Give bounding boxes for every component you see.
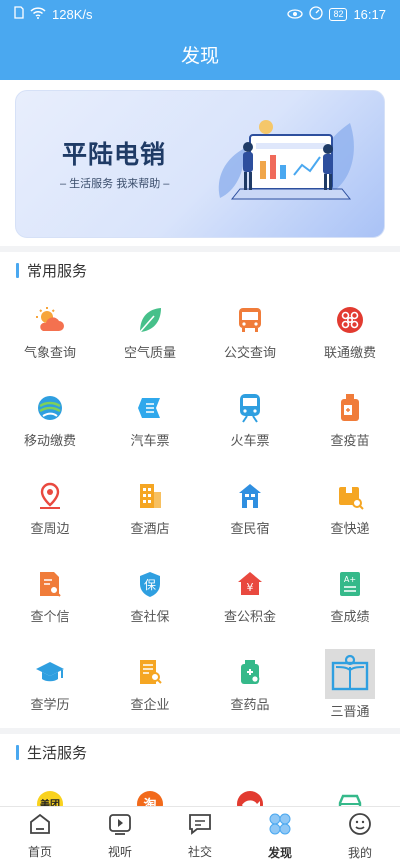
service-weather[interactable]: 气象查询 (0, 288, 100, 376)
sim-icon (14, 6, 24, 22)
service-bus-ticket[interactable]: 汽车票 (100, 376, 200, 464)
banner-subtitle: – 生活服务 我来帮助 – (60, 178, 170, 190)
clock: 16:17 (353, 6, 386, 22)
housing-fund-icon: ¥ (234, 568, 266, 600)
grades-icon: A+ (334, 568, 366, 600)
video-icon (108, 813, 132, 840)
train-icon (234, 392, 266, 424)
service-bus[interactable]: 公交查询 (200, 288, 300, 376)
leaf-icon (134, 304, 166, 336)
network-speed: 128K/s (52, 6, 93, 22)
parcel-icon (334, 480, 366, 512)
service-train-ticket[interactable]: 火车票 (200, 376, 300, 464)
svg-text:A+: A+ (344, 575, 356, 584)
service-taobao[interactable]: 淘 (100, 770, 200, 806)
service-unicom[interactable]: 联通缴费 (300, 288, 400, 376)
life-services-section: 生活服务 美团 淘 (0, 734, 400, 806)
service-sanjintong[interactable]: 三晋通 (300, 640, 400, 728)
bus-icon (234, 304, 266, 336)
common-services-heading: 常用服务 (27, 262, 88, 280)
meituan-icon: 美团 (34, 788, 66, 806)
service-social-security[interactable]: 保 查社保 (100, 552, 200, 640)
eye-icon (287, 7, 304, 22)
promo-banner[interactable]: 平陆电销 – 生活服务 我来帮助 – (15, 90, 385, 238)
service-credit[interactable]: 查个信 (0, 552, 100, 640)
service-parcel[interactable]: 查快递 (300, 464, 400, 552)
vaccine-icon (334, 392, 366, 424)
status-bar: 128K/s 82 16:17 (0, 0, 400, 28)
service-car[interactable] (300, 770, 400, 806)
wifi-icon (30, 6, 46, 22)
fish-icon (234, 788, 266, 806)
medicine-icon (234, 656, 266, 688)
tab-social[interactable]: 社交 (160, 807, 240, 866)
banner-illustration-icon (218, 120, 354, 200)
bottom-tab-bar: 首页 视听 社交 发现 我的 (0, 806, 400, 866)
taobao-icon: 淘 (134, 788, 166, 806)
svg-text:淘: 淘 (143, 797, 156, 806)
battery-icon: 82 (329, 7, 348, 21)
service-nearby[interactable]: 查周边 (0, 464, 100, 552)
svg-text:¥: ¥ (247, 581, 254, 594)
tab-home[interactable]: 首页 (0, 807, 80, 866)
page-title-bar: 发现 (0, 28, 400, 80)
service-fish[interactable] (200, 770, 300, 806)
discover-icon (268, 812, 292, 841)
service-hotel[interactable]: 查酒店 (100, 464, 200, 552)
gauge-icon (309, 5, 324, 23)
hotel-icon (134, 480, 166, 512)
service-vaccine[interactable]: 查疫苗 (300, 376, 400, 464)
tab-profile[interactable]: 我的 (320, 807, 400, 866)
home-icon (28, 813, 52, 840)
social-security-icon: 保 (134, 568, 166, 600)
content-scroll[interactable]: 平陆电销 – 生活服务 我来帮助 – 常用服务 气象查询 空气质量 公交查询 联… (0, 80, 400, 806)
service-housing-fund[interactable]: ¥ 查公积金 (200, 552, 300, 640)
location-icon (34, 480, 66, 512)
graduation-cap-icon (34, 656, 66, 688)
service-company[interactable]: 查企业 (100, 640, 200, 728)
svg-text:美团: 美团 (40, 798, 60, 806)
service-medicine[interactable]: 查药品 (200, 640, 300, 728)
ticket-icon (134, 392, 166, 424)
banner-title: 平陆电销 (62, 141, 167, 169)
company-icon (134, 656, 166, 688)
life-services-heading: 生活服务 (27, 744, 88, 762)
svg-text:保: 保 (144, 578, 156, 592)
common-services-section: 常用服务 气象查询 空气质量 公交查询 联通缴费 移动缴费 汽车票 火车票 查疫… (0, 252, 400, 728)
tab-discover[interactable]: 发现 (240, 807, 320, 866)
service-education[interactable]: 查学历 (0, 640, 100, 728)
china-mobile-icon (34, 392, 66, 424)
service-homestay[interactable]: 查民宿 (200, 464, 300, 552)
service-mobile-pay[interactable]: 移动缴费 (0, 376, 100, 464)
page-title: 发现 (180, 45, 219, 67)
car-icon (334, 788, 366, 806)
unicom-icon (334, 304, 366, 336)
credit-icon (34, 568, 66, 600)
service-grades[interactable]: A+ 查成绩 (300, 552, 400, 640)
weather-icon (34, 304, 66, 336)
tab-video[interactable]: 视听 (80, 807, 160, 866)
homestay-icon (234, 480, 266, 512)
service-air-quality[interactable]: 空气质量 (100, 288, 200, 376)
profile-icon (348, 812, 372, 841)
service-meituan[interactable]: 美团 (0, 770, 100, 806)
book-reader-icon (325, 648, 375, 699)
chat-icon (188, 813, 212, 840)
